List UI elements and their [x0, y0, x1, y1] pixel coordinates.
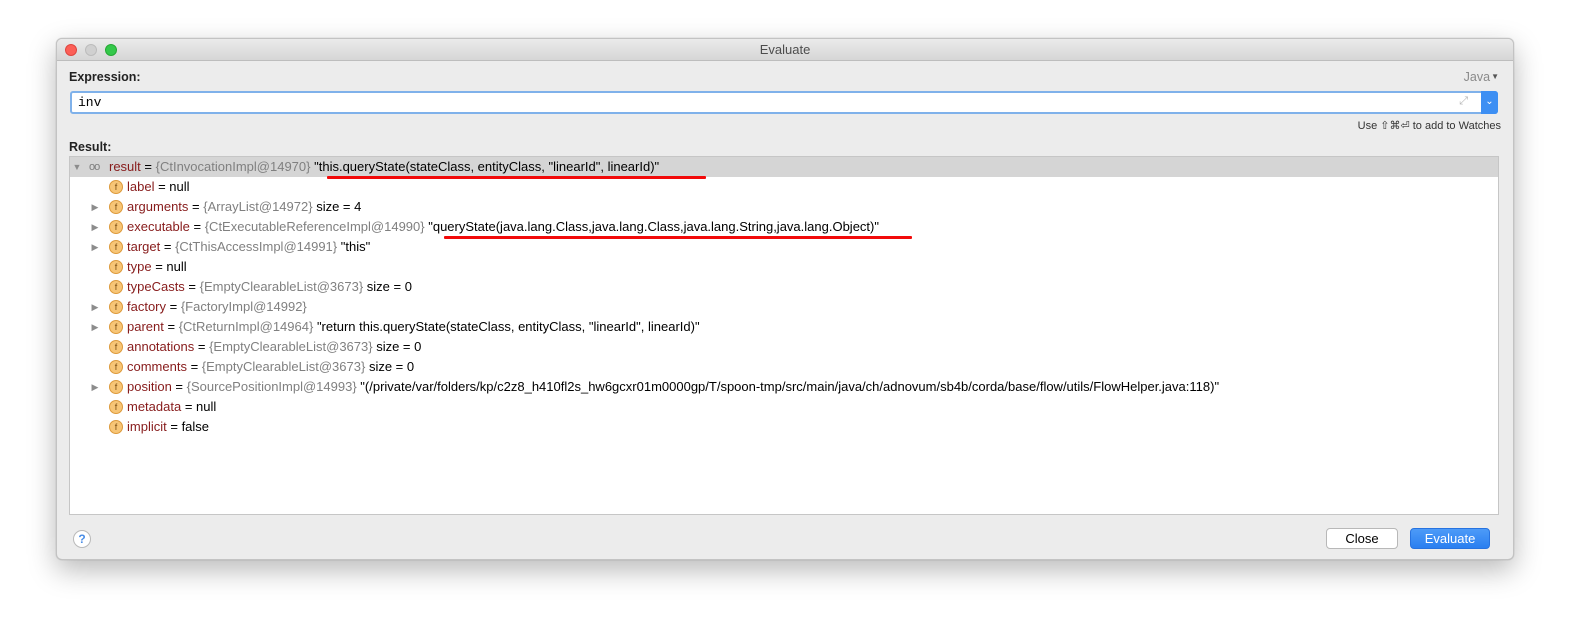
field-name: label — [127, 179, 155, 194]
glasses-icon: oo — [89, 161, 100, 173]
field-badge-icon: f — [109, 260, 123, 274]
tree-row-type[interactable]: f type = null — [70, 257, 1498, 277]
field-name: arguments — [127, 199, 189, 214]
field-value: "(/private/var/folders/kp/c2z8_h410fl2s_… — [360, 379, 1220, 394]
object-ref: {CtExecutableReferenceImpl@14990} — [204, 219, 425, 234]
tree-row-arguments[interactable]: ▶ f arguments = {ArrayList@14972} size =… — [70, 197, 1498, 217]
object-ref: {ArrayList@14972} — [203, 199, 313, 214]
object-ref: {CtThisAccessImpl@14991} — [175, 239, 338, 254]
field-badge-icon: f — [109, 320, 123, 334]
field-badge-icon: f — [109, 360, 123, 374]
object-ref: {FactoryImpl@14992} — [180, 299, 307, 314]
tree-row-annotations[interactable]: f annotations = {EmptyClearableList@3673… — [70, 337, 1498, 357]
field-name: typeCasts — [127, 279, 185, 294]
field-badge-icon: f — [109, 400, 123, 414]
language-selector[interactable]: Java▼ — [1464, 70, 1499, 84]
history-dropdown-button[interactable]: ⌄ — [1481, 91, 1498, 114]
evaluate-button[interactable]: Evaluate — [1410, 528, 1490, 549]
field-name: result — [109, 159, 141, 174]
field-value: "this" — [340, 239, 371, 254]
tree-row-comments[interactable]: f comments = {EmptyClearableList@3673} s… — [70, 357, 1498, 377]
field-value: size = 4 — [316, 199, 362, 214]
caret-down-icon: ▼ — [1491, 72, 1499, 81]
field-badge-icon: f — [109, 240, 123, 254]
tree-row-executable[interactable]: ▶ f executable = {CtExecutableReferenceI… — [70, 217, 1498, 237]
tree-row-result[interactable]: ▼ oo result = {CtInvocationImpl@14970} "… — [70, 157, 1498, 177]
tree-row-position[interactable]: ▶ f position = {SourcePositionImpl@14993… — [70, 377, 1498, 397]
field-value: size = 0 — [368, 359, 415, 374]
window-title: Evaluate — [759, 42, 811, 57]
language-label: Java — [1463, 70, 1491, 84]
title-bar: Evaluate — [57, 39, 1513, 61]
field-badge-icon: f — [109, 180, 123, 194]
expression-input[interactable]: inv ⤢ ⌄ — [70, 91, 1498, 114]
field-value: "queryState(java.lang.Class,java.lang.Cl… — [428, 219, 879, 234]
expand-icon[interactable]: ⤢ — [1459, 95, 1468, 108]
field-name: implicit — [127, 419, 167, 434]
expand-triangle-icon[interactable]: ▶ — [90, 237, 100, 257]
expand-triangle-icon[interactable]: ▶ — [90, 317, 100, 337]
result-label: Result: — [69, 140, 112, 154]
chevron-down-icon: ⌄ — [1485, 96, 1494, 107]
result-tree[interactable]: ▼ oo result = {CtInvocationImpl@14970} "… — [69, 156, 1499, 515]
object-ref: {EmptyClearableList@3673} — [209, 339, 373, 354]
expand-triangle-icon[interactable]: ▶ — [90, 377, 100, 397]
field-badge-icon: f — [109, 420, 123, 434]
tree-row-parent[interactable]: ▶ f parent = {CtReturnImpl@14964} "retur… — [70, 317, 1498, 337]
evaluate-dialog: Evaluate Expression: Java▼ inv ⤢ ⌄ Use ⇧… — [56, 38, 1514, 560]
tree-row-target[interactable]: ▶ f target = {CtThisAccessImpl@14991} "t… — [70, 237, 1498, 257]
object-ref: {CtInvocationImpl@14970} — [155, 159, 311, 174]
field-badge-icon: f — [109, 200, 123, 214]
field-value: size = 0 — [366, 279, 412, 294]
field-name: position — [127, 379, 172, 394]
tree-row-typecasts[interactable]: f typeCasts = {EmptyClearableList@3673} … — [70, 277, 1498, 297]
field-badge-icon: f — [109, 340, 123, 354]
collapse-triangle-icon[interactable]: ▼ — [72, 157, 82, 177]
expand-triangle-icon[interactable]: ▶ — [90, 217, 100, 237]
object-ref: {SourcePositionImpl@14993} — [186, 379, 357, 394]
tree-row-factory[interactable]: ▶ f factory = {FactoryImpl@14992} — [70, 297, 1498, 317]
tree-row-metadata[interactable]: f metadata = null — [70, 397, 1498, 417]
field-value: "return this.queryState(stateClass, enti… — [316, 319, 700, 334]
field-badge-icon: f — [109, 380, 123, 394]
expression-value[interactable]: inv — [78, 95, 101, 110]
expression-label: Expression: — [69, 70, 141, 84]
help-button[interactable]: ? — [73, 530, 91, 548]
field-name: executable — [127, 219, 190, 234]
field-name: target — [127, 239, 161, 254]
field-name: annotations — [127, 339, 195, 354]
field-name: factory — [127, 299, 167, 314]
object-ref: {CtReturnImpl@14964} — [178, 319, 314, 334]
field-name: type — [127, 259, 152, 274]
object-ref: {EmptyClearableList@3673} — [201, 359, 366, 374]
object-ref: {EmptyClearableList@3673} — [199, 279, 364, 294]
field-value: null — [166, 259, 187, 274]
expand-triangle-icon[interactable]: ▶ — [90, 197, 100, 217]
expand-triangle-icon[interactable]: ▶ — [90, 297, 100, 317]
close-button[interactable]: Close — [1326, 528, 1398, 549]
tree-row-implicit[interactable]: f implicit = false — [70, 417, 1498, 437]
watches-hint: Use ⇧⌘⏎ to add to Watches — [1357, 120, 1501, 132]
field-name: metadata — [127, 399, 182, 414]
field-badge-icon: f — [109, 220, 123, 234]
field-value: null — [169, 179, 190, 194]
tree-row-label[interactable]: f label = null — [70, 177, 1498, 197]
field-value: "this.queryState(stateClass, entityClass… — [314, 159, 660, 174]
field-badge-icon: f — [109, 300, 123, 314]
field-value: false — [181, 419, 210, 434]
field-name: comments — [127, 359, 187, 374]
field-value: size = 0 — [376, 339, 422, 354]
field-name: parent — [127, 319, 164, 334]
field-value: null — [196, 399, 217, 414]
field-badge-icon: f — [109, 280, 123, 294]
